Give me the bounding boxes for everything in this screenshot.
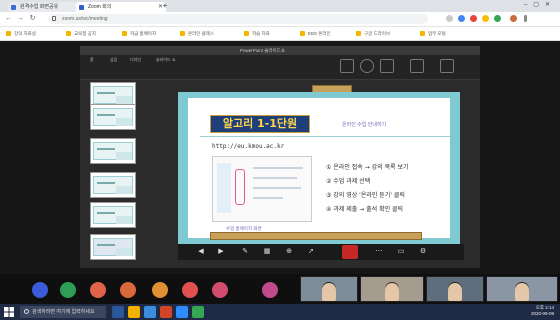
grid-icon[interactable]: ▦ <box>262 247 272 257</box>
slide-thumbnail[interactable] <box>90 104 136 130</box>
clock-date: 2020-09-09 <box>530 311 554 316</box>
ribbon-tab[interactable]: 홈 <box>90 57 94 63</box>
settings-icon[interactable]: ⚙ <box>418 247 428 257</box>
taskbar-app-icon[interactable] <box>112 306 124 318</box>
slide-thumbnail-panel: · <box>84 80 140 266</box>
taskbar-search-box[interactable]: 검색하려면 여기에 입력하세요 <box>20 306 106 318</box>
participant-video[interactable] <box>300 276 358 302</box>
bookmark-item[interactable]: 온라인 클래스 <box>180 29 214 38</box>
profile-avatar[interactable] <box>510 15 517 22</box>
search-icon <box>24 309 29 314</box>
extension-icon[interactable] <box>494 15 501 22</box>
participant-video[interactable] <box>426 276 484 302</box>
extension-icon[interactable] <box>458 15 465 22</box>
ppt-ribbon: 홈 삽입 디자인 슬라이드 쇼 <box>80 55 480 80</box>
windows-start-icon[interactable] <box>3 306 15 318</box>
edit-tool-icon[interactable] <box>440 59 454 73</box>
bookmark-item[interactable]: EBS 온라인 <box>300 29 331 38</box>
zoom-app-icon[interactable] <box>176 306 188 318</box>
ribbon-tab[interactable]: 디자인 <box>130 57 141 63</box>
subtitle-icon[interactable]: ▭ <box>396 247 406 257</box>
leave-button[interactable] <box>262 282 278 298</box>
bookmark-item[interactable]: 교육청 공지 <box>66 29 96 38</box>
bookmark-item[interactable]: 구글 드라이브 <box>356 29 390 38</box>
tab-favicon-icon <box>11 5 16 10</box>
extension-icon[interactable] <box>470 15 477 22</box>
slide-thumbnail[interactable] <box>90 138 136 164</box>
next-slide-icon[interactable]: ▶ <box>216 247 226 257</box>
lock-icon <box>52 16 56 21</box>
zoom-icon[interactable]: ⊕ <box>284 247 294 257</box>
forward-arrow-icon[interactable]: → <box>16 14 25 24</box>
powerpoint-icon[interactable] <box>160 306 172 318</box>
participants-button[interactable] <box>90 282 106 298</box>
share-screen-button[interactable] <box>152 282 168 298</box>
slide-thumbnail[interactable] <box>90 202 136 228</box>
presentation-control-bar: ◀ ▶ ✎ ▦ ⊕ ➚ ⋯ ▭ ⚙ <box>178 244 464 260</box>
shape-tool-icon[interactable] <box>340 59 354 73</box>
browser-tab-2[interactable]: Zoom 회의 ✕ <box>76 2 166 12</box>
extension-icon[interactable] <box>482 15 489 22</box>
tab-label: Zoom 회의 <box>88 4 112 10</box>
slide-divider <box>200 136 450 137</box>
slide-url-text: http://eu.kmou.ac.kr <box>212 143 285 150</box>
slide-step: ④ 과제 제출 → 출석 확인 클릭 <box>326 206 404 213</box>
draw-tool-icon[interactable] <box>360 59 374 73</box>
pen-icon[interactable]: ✎ <box>240 247 250 257</box>
stop-share-button[interactable] <box>342 245 358 259</box>
slide-thumbnail[interactable] <box>90 234 136 260</box>
ribbon-tab[interactable]: 삽입 <box>110 57 117 63</box>
mute-button[interactable] <box>32 282 48 298</box>
slide-step: ③ 강의 영상 '온라인 듣기' 클릭 <box>326 192 405 199</box>
chat-button[interactable] <box>120 282 136 298</box>
address-bar-row: ← → ↻ zoom.us/wc/meeting <box>0 12 560 27</box>
highlight-box <box>235 169 245 205</box>
bookmark-item[interactable]: 학급 홈페이지 <box>122 29 156 38</box>
record-button[interactable] <box>182 282 198 298</box>
ribbon-tab[interactable]: 슬라이드 쇼 <box>156 57 176 63</box>
participant-video[interactable] <box>486 276 558 302</box>
edge-icon[interactable] <box>144 306 156 318</box>
chrome-icon[interactable] <box>192 306 204 318</box>
bookmark-item[interactable]: 학습 자료 <box>244 29 270 38</box>
browser-tab-bar: 원격수업 화면공유 ✕ Zoom 회의 ✕ + –▢✕ <box>0 0 560 12</box>
easel-bottom-decoration <box>210 232 422 240</box>
slide-number-mark: · <box>86 83 88 88</box>
slide-step: ① 온라인 접속 → 강의 목록 보기 <box>326 164 409 171</box>
pointer-icon[interactable]: ➚ <box>306 247 316 257</box>
slide-thumbnail[interactable] <box>90 172 136 198</box>
participant-video[interactable] <box>360 276 424 302</box>
style-tool-icon[interactable] <box>410 59 424 73</box>
more-options-icon[interactable]: ⋯ <box>374 247 384 257</box>
bookmark-item[interactable]: 업무 포털 <box>420 29 446 38</box>
slide-step: ② 수업 과제 선택 <box>326 178 371 185</box>
tab-label: 원격수업 화면공유 <box>20 4 59 10</box>
more-menu-icon[interactable] <box>524 15 527 22</box>
extension-icon[interactable] <box>446 15 453 22</box>
reload-icon[interactable]: ↻ <box>28 14 37 24</box>
zoom-favicon-icon <box>79 5 84 10</box>
slide-title: 알고리 1-1단원 <box>222 117 298 130</box>
video-button[interactable] <box>60 282 76 298</box>
taskbar-clock: 오후 2:14 2020-09-09 <box>531 305 554 317</box>
window-controls[interactable]: –▢✕ <box>524 1 556 8</box>
embedded-webpage-screenshot <box>212 156 312 222</box>
ppt-title-bar: PowerPoint 슬라이드쇼 <box>80 46 480 55</box>
folder-icon[interactable] <box>128 306 140 318</box>
new-tab-button[interactable]: + <box>160 1 170 11</box>
reactions-button[interactable] <box>212 282 228 298</box>
ppt-window-title: PowerPoint 슬라이드쇼 <box>240 48 285 53</box>
prev-slide-icon[interactable]: ◀ <box>196 247 206 257</box>
bookmark-item[interactable]: 강의 자료실 <box>6 29 36 38</box>
arrange-tool-icon[interactable] <box>380 59 394 73</box>
bookmarks-bar: 강의 자료실 교육청 공지 학급 홈페이지 온라인 클래스 학습 자료 EBS … <box>0 27 560 41</box>
slide-subtitle: 온라인 수업 안내하기 <box>342 122 387 128</box>
browser-tab-1[interactable]: 원격수업 화면공유 ✕ <box>8 2 84 12</box>
back-arrow-icon[interactable]: ← <box>4 14 13 24</box>
url-input[interactable]: zoom.us/wc/meeting <box>48 14 428 24</box>
